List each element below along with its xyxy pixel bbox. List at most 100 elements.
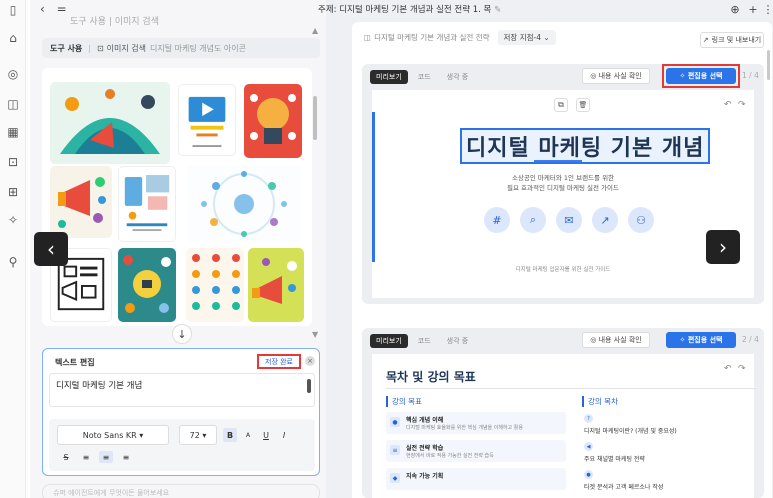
slide-title[interactable]: 디지털 마케팅 기본 개념 [460, 128, 711, 164]
tab-code[interactable]: 코드 [412, 70, 437, 84]
search-icon: ⌕ [520, 207, 546, 233]
format-toolbar: Noto Sans KR ▾ 72 ▾ B A U I S ≡ ≡ ≡ [49, 419, 315, 471]
add-image-icon[interactable]: ⊡ [5, 154, 21, 170]
image-result[interactable] [244, 84, 302, 158]
select-for-edit-button[interactable]: ✧ 편집용 선택 [666, 332, 736, 348]
scroll-down-icon[interactable]: ▼ [312, 330, 318, 339]
bold-button[interactable]: B [223, 428, 237, 442]
hashtag-icon: # [484, 207, 510, 233]
scroll-to-bottom-button[interactable]: ↓ [172, 324, 192, 344]
document-scrollbar[interactable] [767, 50, 770, 80]
mail-icon: ✉ [556, 207, 582, 233]
grid-icon[interactable]: ▦ [5, 124, 21, 140]
trend-chart-icon: ↗ [592, 207, 618, 233]
image-result[interactable] [186, 166, 302, 242]
sparkle-icon[interactable]: ✧ [5, 212, 21, 228]
document-icon: ◫ [364, 33, 372, 42]
tool-usage-bar: 도구 사용 | ⊡ 이미지 검색 디지털 마케팅 개념도 아이콘 [42, 38, 320, 58]
align-left-button[interactable]: ≡ [79, 451, 93, 463]
separator: | [88, 43, 91, 53]
more-icon[interactable]: ⋮ [763, 2, 773, 16]
fact-check-button[interactable]: ◎ 내용 사실 확인 [582, 332, 650, 348]
tab-thinking[interactable]: 생각 중 [441, 70, 475, 84]
italic-button[interactable]: I [277, 428, 291, 442]
image-search-label: 이미지 검색 [106, 43, 146, 53]
slide-subtitle-1: 소상공인 마케터와 1인 브랜드를 위한 [511, 174, 615, 182]
slide-1: ⧉ 🗑 ↶ ↷ 디지털 마케팅 기본 개념 소상공인 마케터와 1인 브랜드를 … [372, 90, 754, 298]
toc-item: 주요 채널별 마케팅 전략 [584, 456, 645, 463]
align-center-button[interactable]: ≡ [99, 451, 113, 463]
slide-2: ↶ ↷ 목차 및 강의 목표 강의 목표 강의 목차 ● 핵심 개념 이해 디지… [372, 354, 756, 498]
redo-icon[interactable]: ↷ [738, 364, 746, 374]
image-result[interactable] [50, 166, 112, 238]
tab-preview[interactable]: 미리보기 [370, 70, 408, 84]
font-size-select[interactable]: 72 ▾ [179, 425, 217, 445]
document-name: 디지털 마케팅 기본 개념과 실전 전략 [374, 33, 490, 42]
chat-input[interactable]: 슈퍼 에이전트에게 무엇이든 물어보세요 [42, 484, 320, 498]
projects-icon[interactable]: ◫ [5, 96, 21, 112]
next-arrow-button[interactable]: › [706, 230, 740, 264]
slide-tabs: 미리보기 코드 생각 중 [370, 334, 478, 348]
image-result[interactable] [248, 248, 304, 322]
plan-icon: ◆ [390, 473, 400, 483]
tab-preview[interactable]: 미리보기 [370, 334, 408, 348]
title-divider [386, 388, 756, 389]
back-icon[interactable]: ‹ [40, 2, 45, 16]
strikethrough-button[interactable]: S [59, 451, 73, 463]
globe-icon[interactable]: ⊕ [728, 2, 742, 16]
slide-subtitle-2: 필요 효과적인 디지털 마케팅 실전 가이드 [507, 184, 619, 192]
left-rail: ▯ ⌂ ◎ ◫ ▦ ⊡ ⊞ ✧ ⚲ [0, 0, 26, 498]
tool-usage-label: 도구 사용 [50, 43, 83, 53]
tab-code[interactable]: 코드 [412, 334, 437, 348]
image-result[interactable] [186, 248, 244, 322]
column-heading-contents: 강의 목차 [582, 396, 618, 407]
delete-icon[interactable]: 🗑 [576, 98, 590, 112]
undo-icon[interactable]: ↶ [724, 364, 732, 374]
previous-arrow-button[interactable]: ‹ [34, 232, 68, 266]
edit-title-icon[interactable]: ✎ [494, 5, 501, 15]
megaphone-icon: ◀ [584, 442, 593, 451]
save-complete-button[interactable]: 저장 완료 [257, 354, 301, 369]
goal-item: ≡ 실전 전략 학습 현장에서 바로 적용 가능한 실전 전략 습득 [386, 440, 566, 462]
text-field-scrollbar[interactable] [307, 379, 311, 393]
text-edit-field[interactable]: 디지털 마케팅 기본 개념 [49, 373, 315, 407]
scroll-up-icon[interactable]: ▲ [312, 26, 318, 35]
underline-button[interactable]: U [259, 428, 273, 442]
close-icon[interactable]: × [305, 356, 315, 366]
align-right-button[interactable]: ≡ [119, 451, 133, 463]
menu-icon[interactable]: = [57, 2, 67, 16]
truncated-heading: 도구 사용 | 이미지 검색 [70, 17, 159, 27]
add-document-icon[interactable]: ⊞ [5, 184, 21, 200]
image-result[interactable] [118, 248, 176, 322]
home-icon[interactable]: ⌂ [5, 30, 21, 46]
font-family-select[interactable]: Noto Sans KR ▾ [57, 425, 169, 445]
target-icon: ● [584, 470, 593, 479]
search-icon[interactable]: ◎ [5, 66, 21, 82]
goal-item: ◆ 지속 가능 기획 [386, 468, 566, 490]
copy-icon[interactable]: ⧉ [554, 98, 568, 112]
text-editor-heading: 텍스트 편집 [55, 358, 95, 367]
title-underline [534, 160, 582, 162]
image-result[interactable] [50, 82, 170, 164]
tab-thinking[interactable]: 생각 중 [441, 334, 475, 348]
undo-icon[interactable]: ↶ [724, 100, 732, 110]
fact-check-button[interactable]: ◎ 내용 사실 확인 [582, 68, 650, 84]
document-title: 주제: 디지털 마케팅 기본 개념과 실전 전략 1. 목 ✎ [318, 5, 502, 15]
text-editor-panel: 텍스트 편집 저장 완료 × 디지털 마케팅 기본 개념 Noto Sans K… [42, 348, 320, 476]
toc-item: 디지털 마케팅이란? (개념 및 중요성) [584, 428, 677, 435]
redo-icon[interactable]: ↷ [738, 100, 746, 110]
version-select[interactable]: 저장 지점-4 ⌄ [497, 30, 556, 45]
target-icon: ● [390, 417, 400, 427]
slide-title[interactable]: 목차 및 강의 목표 [386, 368, 476, 385]
image-search-icon: ⊡ [96, 43, 104, 53]
slide-card-1: 미리보기 코드 생각 중 ◎ 내용 사실 확인 ✧ 편집용 선택 1 / 4 ⧉… [362, 64, 764, 304]
plus-icon[interactable]: + [746, 2, 760, 16]
superscript-button[interactable]: A [241, 428, 255, 442]
sidebar-toggle-icon[interactable]: ▯ [5, 2, 21, 18]
share-export-button[interactable]: ↗ 링크 및 내보내기 [700, 32, 764, 48]
profile-icon[interactable]: ⚲ [5, 254, 21, 270]
image-result[interactable] [118, 166, 176, 242]
search-query: 디지털 마케팅 개념도 아이콘 [149, 43, 246, 53]
gallery-scrollbar[interactable] [313, 96, 317, 140]
image-result[interactable] [178, 84, 236, 156]
